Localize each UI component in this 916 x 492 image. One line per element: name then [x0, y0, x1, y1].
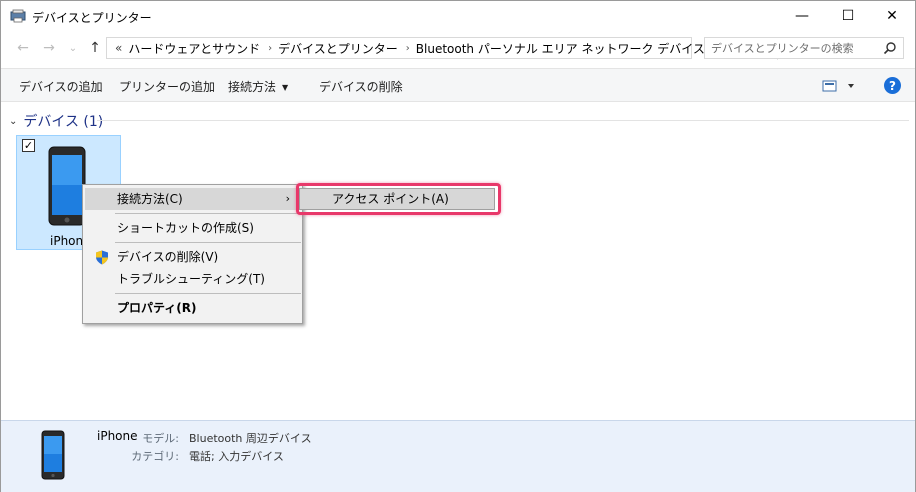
add-printer-button[interactable]: プリンターの追加	[119, 78, 215, 95]
address-row: ← → ⌄ ↑ « ハードウェアとサウンド › デバイスとプリンター › Blu…	[1, 33, 915, 63]
uac-shield-icon	[96, 250, 108, 265]
breadcrumb-separator-icon[interactable]: ›	[268, 43, 272, 54]
details-category-value: 電話; 入力デバイス	[189, 450, 284, 463]
details-model-label: モデル:	[142, 432, 179, 445]
up-button[interactable]: ↑	[85, 38, 105, 58]
address-bar[interactable]: « ハードウェアとサウンド › デバイスとプリンター › Bluetooth パ…	[106, 37, 793, 60]
breadcrumb-separator-icon[interactable]: ›	[406, 43, 410, 54]
menu-item-properties[interactable]: プロパティ(R)	[85, 297, 300, 319]
change-view-icon[interactable]	[821, 79, 861, 93]
menu-item-remove-device[interactable]: デバイスの削除(V)	[85, 246, 300, 268]
connect-using-label: 接続方法	[228, 80, 277, 94]
devices-printers-window: デバイスとプリンター — ☐ ✕ ← → ⌄ ↑ « ハードウェアとサウンド ›…	[0, 0, 916, 492]
group-title: デバイス (1)	[23, 114, 104, 130]
breadcrumb-devices-printers[interactable]: デバイスとプリンター	[278, 40, 398, 57]
back-button[interactable]: ←	[13, 38, 33, 58]
details-pane: iPhone モデル: Bluetooth 周辺デバイス カテゴリ: 電話; 入…	[1, 420, 915, 492]
selection-checkbox[interactable]: ✓	[22, 139, 35, 152]
collapse-chevron-icon[interactable]: ⌄	[9, 116, 17, 127]
command-bar: デバイスの追加 プリンターの追加 接続方法 ▼ デバイスの削除 ?	[1, 68, 915, 102]
details-category-label: カテゴリ:	[131, 450, 179, 463]
search-box[interactable]	[704, 37, 904, 59]
menu-item-label: デバイスの削除(V)	[117, 250, 219, 264]
window-title: デバイスとプリンター	[32, 11, 152, 25]
breadcrumb-bluetooth-pan[interactable]: Bluetooth パーソナル エリア ネットワーク デバイス	[416, 40, 705, 57]
connect-using-button[interactable]: 接続方法 ▼	[228, 78, 288, 95]
maximize-button[interactable]: ☐	[825, 1, 871, 31]
context-menu: 接続方法(C) › ショートカットの作成(S) デバイスの削除(V) トラブルシ…	[82, 184, 303, 324]
details-model-value: Bluetooth 周辺デバイス	[189, 432, 312, 445]
menu-item-troubleshoot[interactable]: トラブルシューティング(T)	[85, 268, 300, 290]
submenu-arrow-icon: ›	[285, 192, 290, 205]
devices-group-header[interactable]: ⌄ デバイス (1)	[9, 111, 103, 131]
menu-separator	[115, 242, 301, 243]
menu-item-label: 接続方法(C)	[117, 192, 183, 206]
help-button[interactable]: ?	[884, 77, 901, 94]
breadcrumb-hardware-sound[interactable]: ハードウェアとサウンド	[128, 40, 260, 57]
remove-device-button[interactable]: デバイスの削除	[319, 78, 403, 95]
menu-separator	[115, 293, 301, 294]
search-icon[interactable]	[883, 41, 897, 55]
recent-locations-button[interactable]: ⌄	[63, 38, 83, 58]
group-divider	[97, 120, 909, 121]
overflow-chevron[interactable]: «	[115, 41, 122, 55]
search-input[interactable]	[711, 38, 881, 58]
phone-icon	[48, 146, 86, 226]
phone-icon	[41, 430, 65, 480]
forward-button[interactable]: →	[39, 38, 59, 58]
annotation-highlight-box	[296, 183, 501, 215]
devices-printers-icon	[10, 9, 26, 23]
menu-separator	[115, 213, 301, 214]
title-bar: デバイスとプリンター — ☐ ✕	[1, 1, 915, 31]
chevron-down-icon: ▼	[282, 83, 289, 92]
minimize-button[interactable]: —	[779, 1, 825, 31]
menu-item-connect-using[interactable]: 接続方法(C) ›	[85, 188, 300, 210]
menu-item-create-shortcut[interactable]: ショートカットの作成(S)	[85, 217, 300, 239]
close-button[interactable]: ✕	[869, 1, 915, 31]
add-device-button[interactable]: デバイスの追加	[19, 78, 103, 95]
